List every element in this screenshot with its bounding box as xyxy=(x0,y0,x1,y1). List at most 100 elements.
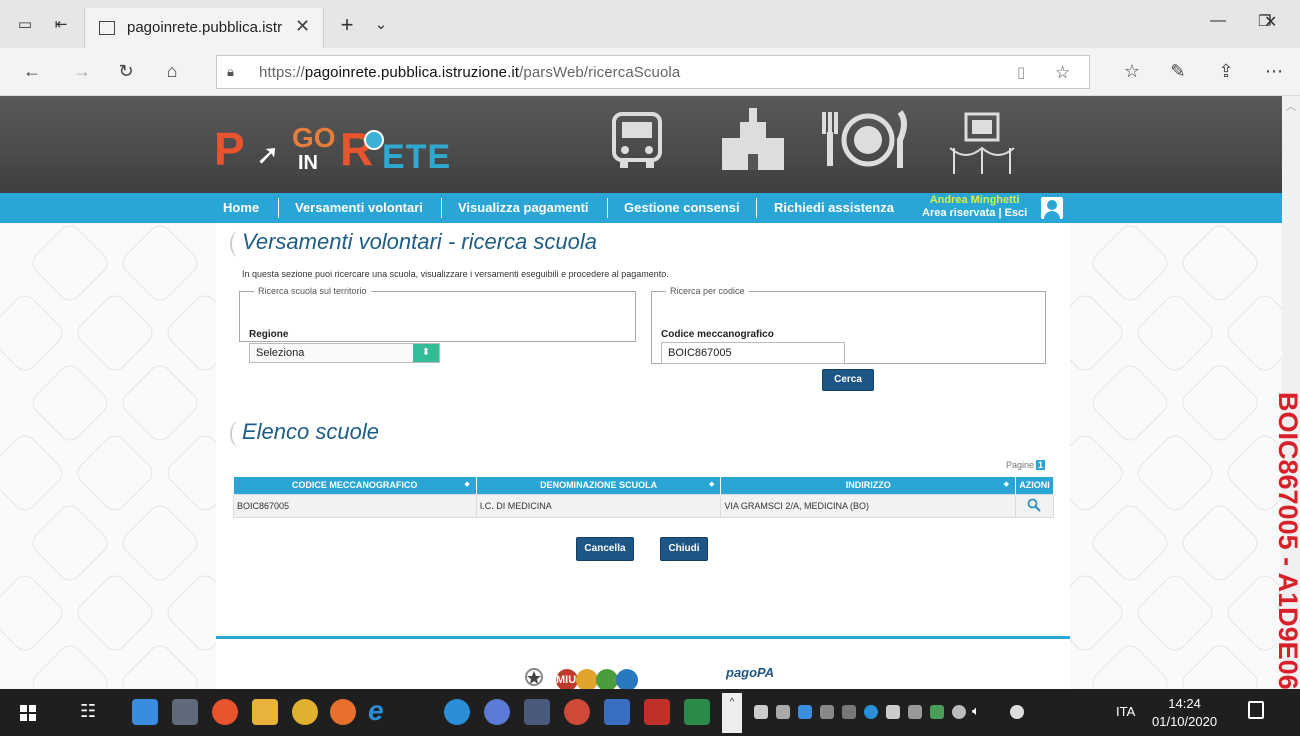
excel-icon[interactable] xyxy=(684,699,710,725)
back-icon[interactable]: ← xyxy=(20,61,44,82)
home-icon[interactable]: ⌂ xyxy=(160,61,184,82)
tray-cloud-icon[interactable] xyxy=(864,705,878,719)
table-header-row: CODICE MECCANOGRAFICO ◆ DENOMINAZIONE SCU… xyxy=(233,477,1055,494)
tab-pagoinrete[interactable]: pagoinrete.pubblica.istr ✕ xyxy=(84,8,324,48)
table-row: BOIC867005 I.C. DI MEDICINA VIA GRAMSCI … xyxy=(233,493,1055,518)
nav-richiedi-assistenza[interactable]: Richiedi assistenza xyxy=(774,200,894,215)
tray-network-icon[interactable] xyxy=(842,705,856,719)
store-icon[interactable] xyxy=(172,699,198,725)
codice-legend: Ricerca per codice xyxy=(670,286,745,296)
pagination: Pagine 1 xyxy=(1006,460,1046,470)
site-banner: P ➚ GO IN R ETE xyxy=(0,96,1282,193)
cancella-button[interactable]: Cancella xyxy=(576,537,634,561)
nav-divider xyxy=(441,198,442,218)
language-indicator[interactable]: ITA xyxy=(1116,704,1135,719)
minimize-icon[interactable]: — xyxy=(1210,12,1226,30)
edge-icon[interactable] xyxy=(444,699,470,725)
territorio-legend: Ricerca scuola sul territorio xyxy=(258,286,367,296)
mail-app-icon[interactable] xyxy=(484,699,510,725)
taskbar-clock[interactable]: 14:24 01/10/2020 xyxy=(1152,695,1217,731)
cell-azioni xyxy=(1014,493,1055,518)
show-hidden-icons-icon[interactable]: ^ xyxy=(722,693,742,733)
pagine-label: Pagine xyxy=(1006,460,1035,470)
territorio-fieldset: Ricerca scuola sul territorio xyxy=(239,286,636,342)
share-icon[interactable]: ⇪ xyxy=(1214,61,1238,82)
tray-disc-icon[interactable] xyxy=(952,705,966,719)
sort-icon: ◆ xyxy=(1003,481,1009,488)
clock-time: 14:24 xyxy=(1168,696,1201,711)
favorites-list-icon[interactable]: ☆ xyxy=(1120,61,1144,82)
cerca-button[interactable]: Cerca xyxy=(822,369,874,391)
notification-center-icon[interactable] xyxy=(1248,701,1264,719)
acrobat-icon[interactable] xyxy=(644,699,670,725)
avatar[interactable] xyxy=(1041,197,1063,219)
windows-taskbar: ☷ e ^ 🔈︎ ITA 14:24 01/10/2020 xyxy=(0,689,1300,736)
network-app-icon[interactable] xyxy=(524,699,550,725)
firefox-icon[interactable] xyxy=(330,699,356,725)
page-viewport: P ➚ GO IN R ETE Home Versamenti volontar… xyxy=(0,96,1282,689)
page-1-link[interactable]: 1 xyxy=(1036,460,1046,470)
pagoinrete-logo[interactable]: P ➚ GO IN R ETE xyxy=(214,122,464,176)
lock-icon: 🔒︎ xyxy=(227,64,234,79)
tray-battery-icon[interactable] xyxy=(820,705,834,719)
title-arc-decoration xyxy=(230,421,248,447)
logo-ete: ETE xyxy=(382,138,452,176)
forward-icon[interactable]: → xyxy=(70,61,94,82)
favorite-star-icon[interactable]: ☆ xyxy=(1055,63,1070,83)
italian-emblem-icon xyxy=(525,668,543,686)
more-icon[interactable]: ⋯ xyxy=(1262,61,1286,82)
tray-monitor-icon[interactable] xyxy=(798,705,812,719)
miur-logo: MIUR xyxy=(556,669,640,689)
main-nav: Home Versamenti volontari Visualizza pag… xyxy=(0,193,1282,223)
user-name: Andrea Minghetti xyxy=(929,194,1020,206)
close-window-icon[interactable]: ✕ xyxy=(1264,12,1277,32)
windows-start-icon[interactable] xyxy=(20,705,36,721)
tab-preview-icon[interactable]: ▭ xyxy=(14,14,36,36)
tray-sync-icon[interactable] xyxy=(1010,705,1024,719)
col-indirizzo[interactable]: INDIRIZZO ◆ xyxy=(720,477,1016,494)
tray-update-icon[interactable] xyxy=(930,705,944,719)
app-flame-icon[interactable] xyxy=(212,699,238,725)
new-tab-icon[interactable]: + xyxy=(336,14,358,36)
logo-go: GO xyxy=(292,122,336,153)
regione-selected-value: Seleziona xyxy=(256,347,305,359)
nav-versamenti-volontari[interactable]: Versamenti volontari xyxy=(295,200,423,215)
regione-label: Regione xyxy=(249,329,289,340)
tray-display-icon[interactable] xyxy=(908,705,922,719)
folder-app-icon[interactable] xyxy=(252,699,278,725)
chiudi-button[interactable]: Chiudi xyxy=(660,537,708,561)
scroll-up-icon[interactable]: ︿ xyxy=(1286,98,1296,113)
file-explorer-icon[interactable] xyxy=(132,699,158,725)
tab-close-icon[interactable]: ✕ xyxy=(295,16,310,37)
chrome-icon[interactable] xyxy=(292,699,318,725)
user-area-link[interactable]: Area riservata | Esci xyxy=(922,207,1027,220)
tray-app-icon[interactable] xyxy=(754,705,768,719)
set-aside-tabs-icon[interactable]: ⇤ xyxy=(50,14,72,36)
task-view-icon[interactable]: ☷ xyxy=(80,701,96,722)
logo-letter-p: P xyxy=(214,123,245,175)
title-arc-decoration xyxy=(230,231,248,257)
col-codice[interactable]: CODICE MECCANOGRAFICO ◆ xyxy=(233,477,477,494)
logo-circle-icon xyxy=(364,130,384,150)
pen-icon[interactable]: ✎ xyxy=(1166,61,1190,82)
nav-home[interactable]: Home xyxy=(223,200,259,215)
tray-mail-icon[interactable] xyxy=(776,705,790,719)
volume-icon[interactable]: 🔈︎ xyxy=(972,703,980,719)
col-denominazione[interactable]: DENOMINAZIONE SCUOLA ◆ xyxy=(476,477,722,494)
cell-indirizzo: VIA GRAMSCI 2/A, MEDICINA (BO) xyxy=(720,493,1016,518)
reading-view-icon[interactable]: ▯ xyxy=(1017,63,1025,81)
cell-denominazione: I.C. DI MEDICINA xyxy=(475,493,722,518)
tab-list-chevron-icon[interactable]: ⌄ xyxy=(370,14,392,36)
nav-gestione-consensi[interactable]: Gestione consensi xyxy=(624,200,740,215)
refresh-icon[interactable]: ↻ xyxy=(114,61,138,82)
codice-meccanografico-input[interactable] xyxy=(661,342,845,364)
tray-security-icon[interactable] xyxy=(886,705,900,719)
word-icon[interactable] xyxy=(604,699,630,725)
nav-visualizza-pagamenti[interactable]: Visualizza pagamenti xyxy=(458,200,589,215)
regione-select[interactable]: Seleziona ⬍ xyxy=(249,343,440,363)
photos-app-icon[interactable] xyxy=(564,699,590,725)
url-input[interactable]: 🔒︎ https://pagoinrete.pubblica.istruzion… xyxy=(216,55,1090,89)
search-icon[interactable] xyxy=(1027,498,1042,512)
internet-explorer-icon[interactable]: e xyxy=(368,695,384,727)
nav-divider xyxy=(278,198,279,218)
